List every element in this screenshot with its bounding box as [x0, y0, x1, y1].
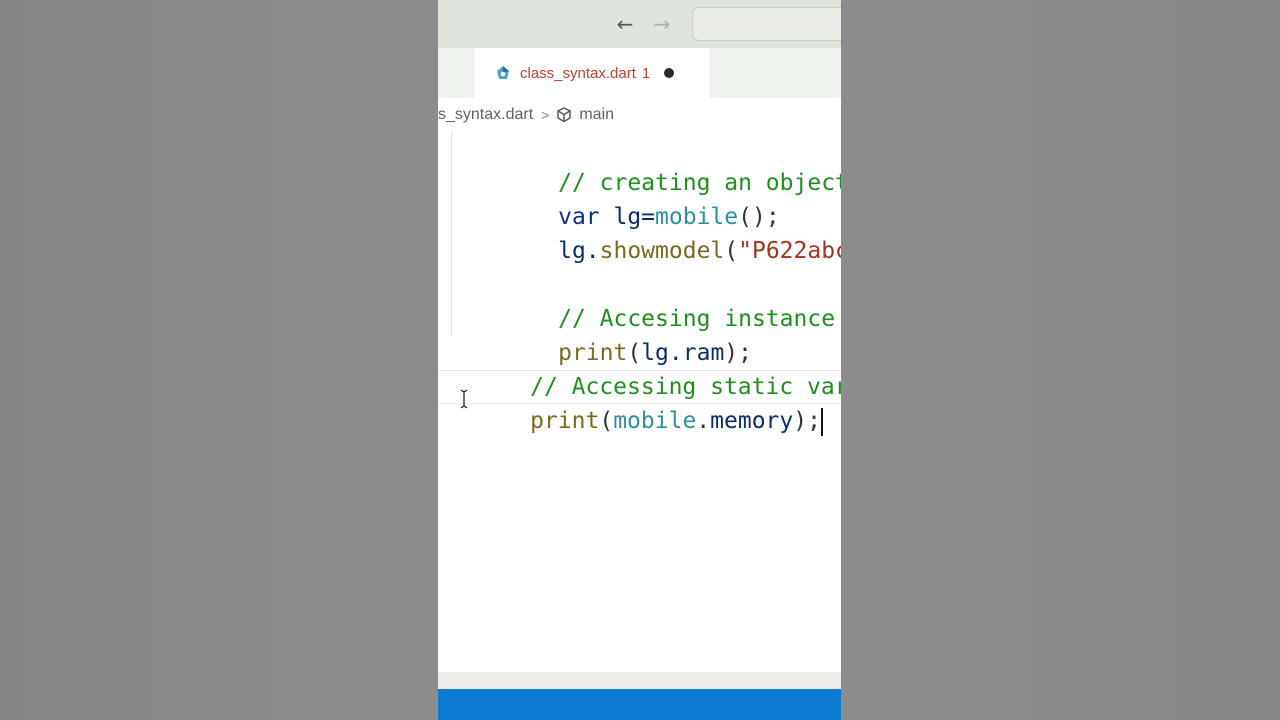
code-punctuation: (: [599, 408, 614, 434]
ibeam-cursor-icon: [460, 389, 468, 409]
code-line: // Accessing static variable: [438, 336, 841, 400]
code-line: lg.showmodel("P622abc");: [438, 200, 841, 264]
code-function: print: [530, 408, 600, 434]
right-backdrop: [841, 0, 1280, 720]
horizontal-scrollbar[interactable]: [438, 672, 841, 689]
text-cursor: [820, 407, 823, 436]
command-center-search[interactable]: [692, 7, 841, 41]
forward-arrow-icon[interactable]: →: [651, 12, 673, 36]
title-bar: ← →: [438, 0, 841, 48]
breadcrumb-symbol[interactable]: main: [579, 106, 614, 124]
code-string: "P622abc": [738, 238, 841, 264]
tab-class-syntax[interactable]: class_syntax.dart 1: [475, 48, 709, 98]
unsaved-dot-icon[interactable]: [664, 68, 675, 78]
left-backdrop: [0, 0, 438, 720]
code-punctuation: );: [793, 408, 821, 434]
breadcrumb: s_syntax.dart > main: [438, 98, 841, 133]
code-class-name: mobile: [613, 408, 697, 434]
code-line: // Accesing instance varia: [438, 268, 841, 332]
cube-icon: [555, 106, 573, 124]
back-arrow-icon[interactable]: ←: [614, 12, 636, 36]
code-line: print(lg.ram);: [438, 302, 841, 366]
code-identifier: lg.: [558, 238, 600, 264]
status-bar: [438, 689, 841, 720]
breadcrumb-separator: >: [541, 107, 550, 123]
code-function: showmodel: [599, 238, 725, 264]
code-punctuation: .: [696, 408, 711, 434]
code-identifier: memory: [710, 408, 794, 434]
code-line-current: print(mobile.memory);: [438, 370, 841, 436]
code-line: var lg=mobile();: [438, 166, 841, 230]
code-editor[interactable]: // creating an object var lg=mobile(); l…: [438, 132, 841, 708]
tab-filename: class_syntax.dart: [520, 64, 636, 82]
tab-problem-count: 1: [641, 64, 651, 82]
breadcrumb-file[interactable]: s_syntax.dart: [438, 106, 533, 124]
tab-bar: class_syntax.dart 1: [438, 48, 841, 98]
code-line: // creating an object: [438, 132, 841, 196]
editor-window: ← → class_syntax.dart 1 s_syntax.dart >: [438, 0, 841, 720]
dart-file-icon: [495, 65, 511, 81]
code-punctuation: (: [724, 238, 739, 264]
